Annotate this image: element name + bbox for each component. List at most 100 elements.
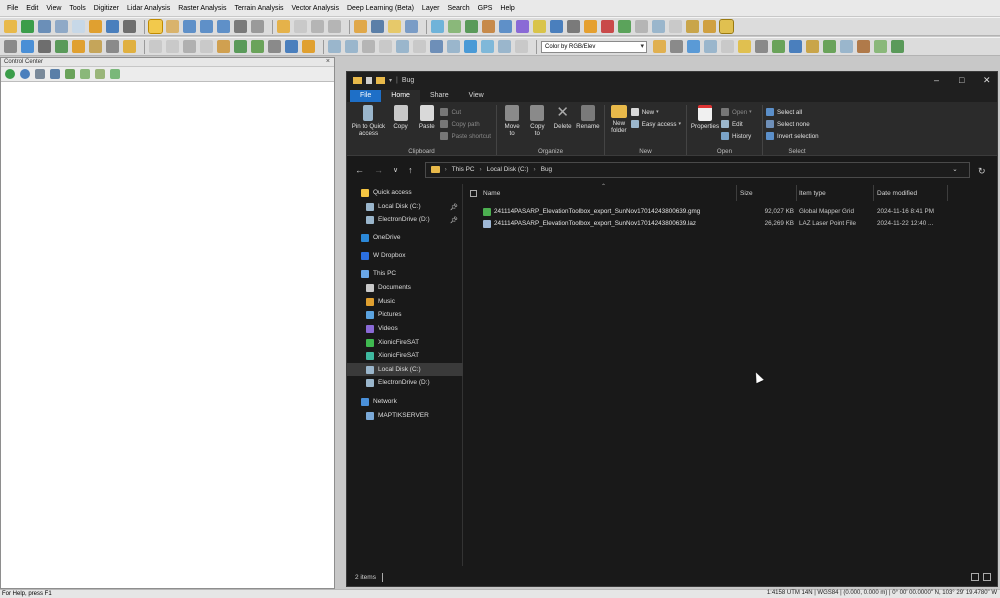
buffer-icon[interactable] [481, 40, 494, 53]
zoom-full-icon[interactable] [217, 20, 230, 33]
snap-icon[interactable] [379, 40, 392, 53]
nav-dropbox[interactable]: W Dropbox [347, 249, 463, 262]
settings-icon[interactable] [669, 20, 682, 33]
feature-info-icon[interactable] [371, 20, 384, 33]
menu-tools[interactable]: Tools [69, 5, 85, 12]
nav-quick-access[interactable]: Quick access [347, 186, 463, 199]
history-button[interactable]: History [721, 130, 752, 142]
blend-icon[interactable] [789, 40, 802, 53]
refresh-icon[interactable]: ↻ [978, 166, 986, 177]
column-name[interactable]: Name [483, 190, 500, 197]
export-icon[interactable] [38, 20, 51, 33]
list-icon[interactable] [35, 69, 45, 79]
close-icon[interactable]: × [326, 58, 330, 65]
vegetation-icon[interactable] [772, 40, 785, 53]
layout-tool-icon[interactable] [652, 20, 665, 33]
zoom-in-icon[interactable] [183, 20, 196, 33]
join-icon[interactable] [430, 40, 443, 53]
zoom-layer-icon[interactable] [95, 69, 105, 79]
open-folder-icon[interactable] [4, 20, 17, 33]
menu-gps[interactable]: GPS [478, 5, 493, 12]
cut-button[interactable]: Cut [440, 106, 491, 118]
grass-icon[interactable] [874, 40, 887, 53]
search-icon[interactable] [80, 69, 90, 79]
nav-xionicfiresat-1[interactable]: XionicFireSAT [347, 336, 463, 349]
draw-point-icon[interactable] [72, 40, 85, 53]
breadcrumb-this-pc[interactable]: This PC [452, 166, 475, 173]
tab-view[interactable]: View [459, 90, 494, 102]
menu-edit[interactable]: Edit [26, 5, 38, 12]
node-icon[interactable] [413, 40, 426, 53]
chevron-right-icon[interactable]: › [534, 166, 536, 173]
volume-icon[interactable] [516, 20, 529, 33]
zoom-tool-icon[interactable] [148, 19, 163, 34]
drone-icon[interactable] [840, 40, 853, 53]
nav-local-disk-c[interactable]: Local Disk (C:) 📌︎ [347, 200, 463, 213]
nav-documents[interactable]: Documents [347, 281, 463, 294]
delete-tool-icon[interactable] [311, 20, 324, 33]
address-bar[interactable]: › This PC › Local Disk (C:) › Bug ⌄ [424, 161, 970, 178]
rotate-icon[interactable] [345, 40, 358, 53]
filter-icon[interactable] [110, 69, 120, 79]
contour-icon[interactable] [465, 20, 478, 33]
chart-icon[interactable] [719, 19, 734, 34]
menu-digitizer[interactable]: Digitizer [94, 5, 119, 12]
check-icon[interactable] [149, 40, 162, 53]
menu-terrain-analysis[interactable]: Terrain Analysis [234, 5, 283, 12]
maximize-icon[interactable]: □ [959, 75, 964, 85]
hillshade-icon[interactable] [704, 40, 717, 53]
scale-icon[interactable] [362, 40, 375, 53]
column-item-type[interactable]: Item type [799, 190, 826, 197]
move-icon[interactable] [328, 40, 341, 53]
menu-file[interactable]: File [7, 5, 18, 12]
info-tool-icon[interactable] [294, 20, 307, 33]
nav-this-pc[interactable]: This PC [347, 267, 463, 280]
edit-button[interactable]: Edit [721, 118, 752, 130]
open-button[interactable]: Open ▾ [721, 106, 752, 118]
breadcrumb-local-disk[interactable]: Local Disk (C:) [487, 166, 529, 173]
brush-green-icon[interactable] [251, 40, 264, 53]
print-icon[interactable] [55, 20, 68, 33]
mountain-icon[interactable] [857, 40, 870, 53]
chevron-right-icon[interactable]: › [480, 166, 482, 173]
new-folder-icon[interactable] [376, 77, 385, 84]
nav-onedrive[interactable]: OneDrive [347, 231, 463, 244]
elevation-icon[interactable] [482, 20, 495, 33]
globe-icon[interactable] [550, 20, 563, 33]
line-tool-icon[interactable] [166, 40, 179, 53]
target-icon[interactable] [21, 40, 34, 53]
menu-raster-analysis[interactable]: Raster Analysis [178, 5, 226, 12]
layers-icon[interactable] [806, 40, 819, 53]
menu-deep-learning[interactable]: Deep Learning (Beta) [347, 5, 414, 12]
relief-icon[interactable] [755, 40, 768, 53]
config-icon[interactable] [72, 20, 85, 33]
slope-icon[interactable] [721, 40, 734, 53]
minimize-icon[interactable]: – [934, 75, 939, 85]
layer-icon[interactable] [601, 20, 614, 33]
invert-selection-button[interactable]: Invert selection [766, 130, 819, 142]
watershed-icon[interactable] [499, 20, 512, 33]
column-divider[interactable] [873, 185, 874, 201]
save-icon[interactable] [21, 20, 34, 33]
undo-icon[interactable] [328, 20, 341, 33]
nav-xionicfiresat-2[interactable]: XionicFireSAT [347, 349, 463, 362]
control-center-icon[interactable] [89, 20, 102, 33]
path-profile-icon[interactable] [388, 20, 401, 33]
menu-lidar-analysis[interactable]: Lidar Analysis [127, 5, 170, 12]
globe-icon[interactable] [5, 69, 15, 79]
chevron-right-icon[interactable]: › [445, 166, 447, 173]
menu-view[interactable]: View [46, 5, 61, 12]
nav-network[interactable]: Network [347, 395, 463, 408]
draw-area-icon[interactable] [55, 40, 68, 53]
nav-electrondrive-d-2[interactable]: ElectronDrive (D:) [347, 376, 463, 389]
shader-icon[interactable] [653, 40, 666, 53]
digitize-icon[interactable] [4, 40, 17, 53]
properties-icon[interactable] [366, 77, 372, 84]
menu-search[interactable]: Search [447, 5, 469, 12]
brush-gray-icon[interactable] [268, 40, 281, 53]
column-divider[interactable] [947, 185, 948, 201]
menu-vector-analysis[interactable]: Vector Analysis [292, 5, 339, 12]
tab-share[interactable]: Share [420, 90, 459, 102]
pan-tool-icon[interactable] [166, 20, 179, 33]
brush-icon[interactable] [106, 40, 119, 53]
